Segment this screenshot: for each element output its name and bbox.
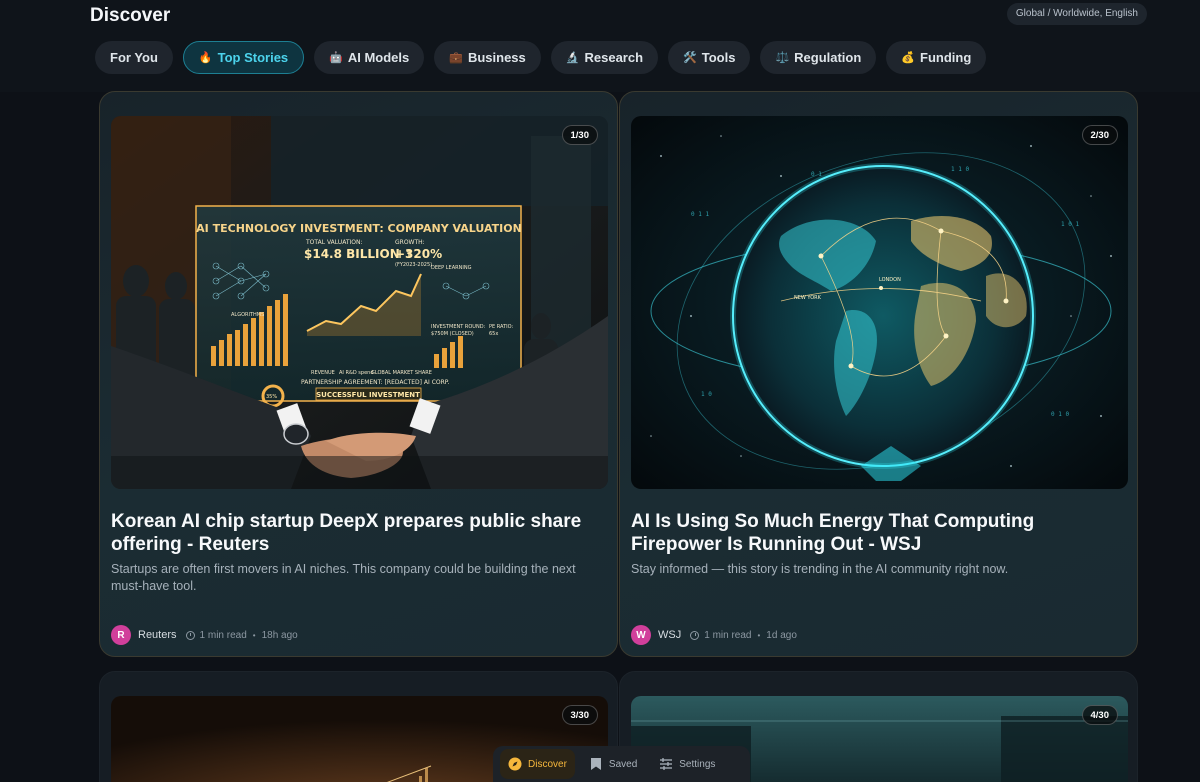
compass-icon xyxy=(508,757,522,771)
scales-icon: ⚖️ xyxy=(775,52,790,64)
tab-label: AI Models xyxy=(347,50,410,65)
separator-dot: • xyxy=(252,630,256,640)
source-name[interactable]: WSJ xyxy=(658,629,681,641)
investment-round-value: $750M (CLOSED) xyxy=(431,331,474,337)
investment-round-label: INVESTMENT ROUND: xyxy=(431,324,486,330)
growth-value: +320% xyxy=(395,247,442,261)
story-age: 18h ago xyxy=(261,629,298,641)
market-share-label: GLOBAL MARKET SHARE xyxy=(371,370,432,376)
source-avatar: W xyxy=(631,625,651,645)
tab-label: Tools xyxy=(701,50,736,65)
story-age: 1d ago xyxy=(766,629,797,641)
page-title: Discover xyxy=(90,5,171,26)
panel-title: AI TECHNOLOGY INVESTMENT: COMPANY VALUAT… xyxy=(196,222,522,235)
tab-label: Business xyxy=(467,50,526,65)
nav-label: Saved xyxy=(608,758,638,770)
tab-research[interactable]: 🔬 Research xyxy=(550,41,659,74)
story-description: Startups are often first movers in AI ni… xyxy=(111,562,576,593)
svg-text:0 1: 0 1 xyxy=(811,171,822,178)
growth-period: (FY2023-2025) xyxy=(395,262,432,268)
svg-text:0 1 1: 0 1 1 xyxy=(691,211,709,218)
source-avatar: R xyxy=(111,625,131,645)
handshake-investment-illustration: AI TECHNOLOGY INVESTMENT: COMPANY VALUAT… xyxy=(111,116,608,489)
story-card[interactable]: AI TECHNOLOGY INVESTMENT: COMPANY VALUAT… xyxy=(99,91,618,657)
percent-label: 35% xyxy=(266,394,277,400)
city-london: LONDON xyxy=(879,277,901,283)
tab-funding[interactable]: 💰 Funding xyxy=(886,41,987,74)
svg-text:1 1 0: 1 1 0 xyxy=(951,166,969,173)
partnership-label: PARTNERSHIP AGREEMENT: [REDACTED] AI COR… xyxy=(301,379,449,386)
tab-tools[interactable]: 🛠️ Tools xyxy=(668,41,751,74)
tab-label: Research xyxy=(584,50,644,65)
nav-saved[interactable]: Saved xyxy=(581,749,645,779)
region-selector[interactable]: Global / Worldwide, English xyxy=(1006,3,1147,25)
category-tabs: For You 🔥 Top Stories 🤖 AI Models 💼 Busi… xyxy=(95,41,987,74)
story-counter: 1/30 xyxy=(561,125,598,145)
tab-business[interactable]: 💼 Business xyxy=(434,41,541,74)
story-counter: 4/30 xyxy=(1081,705,1118,725)
read-time: 1 min read xyxy=(704,629,752,641)
svg-text:1 0 1: 1 0 1 xyxy=(1061,221,1079,228)
money-bag-icon: 💰 xyxy=(901,52,916,64)
rd-spend-label: AI R&D spend xyxy=(339,370,374,376)
clock-icon xyxy=(185,630,195,640)
source-name[interactable]: Reuters xyxy=(138,629,177,641)
story-meta: R Reuters 1 min read • 18h ago xyxy=(111,625,298,645)
briefcase-icon: 💼 xyxy=(449,52,463,64)
tools-icon: 🛠️ xyxy=(683,52,697,64)
tab-label: Top Stories xyxy=(217,50,289,65)
read-time: 1 min read xyxy=(199,629,247,641)
pe-ratio-value: 65x xyxy=(489,331,498,337)
nav-label: Settings xyxy=(679,758,716,770)
algorithms-label: ALGORITHMS xyxy=(231,312,264,318)
story-image: NEW YORK LONDON 0 1 1 1 0 1 1 0 0 1 0 0 1 1… xyxy=(631,116,1128,489)
nav-discover[interactable]: Discover xyxy=(500,749,575,779)
story-card[interactable]: NEW YORK LONDON 0 1 1 1 0 1 1 0 0 1 0 0 1 1… xyxy=(619,91,1138,657)
valuation-label: TOTAL VALUATION: xyxy=(305,239,363,246)
story-counter: 3/30 xyxy=(561,705,598,725)
story-meta: W WSJ 1 min read • 1d ago xyxy=(631,625,797,645)
story-description: Stay informed — this story is trending i… xyxy=(631,562,1009,576)
microscope-icon: 🔬 xyxy=(565,52,580,64)
tab-label: Funding xyxy=(920,50,972,65)
sliders-icon xyxy=(659,757,673,771)
nav-label: Discover xyxy=(528,758,567,770)
glowing-globe-illustration: NEW YORK LONDON 0 1 1 1 0 1 1 0 0 1 0 0 1 1… xyxy=(631,116,1128,489)
tab-for-you[interactable]: For You xyxy=(95,41,173,74)
revenue-label: REVENUE xyxy=(311,370,335,376)
story-headline[interactable]: Korean AI chip startup DeepX prepares pu… xyxy=(111,510,601,556)
bottom-navigation: Discover Saved Settings xyxy=(493,746,750,782)
growth-label: GROWTH: xyxy=(395,239,425,246)
top-bar: Discover Global / Worldwide, English For… xyxy=(0,0,1200,92)
svg-text:0 1 0: 0 1 0 xyxy=(1051,411,1069,418)
deep-learning-label: DEEP LEARNING xyxy=(431,265,472,271)
story-headline[interactable]: AI Is Using So Much Energy That Computin… xyxy=(631,510,1121,556)
pe-ratio-label: PE RATIO: xyxy=(489,324,513,330)
story-counter: 2/30 xyxy=(1081,125,1118,145)
nav-settings[interactable]: Settings xyxy=(651,749,723,779)
fire-icon: 🔥 xyxy=(198,52,213,64)
city-new-york: NEW YORK xyxy=(794,295,822,301)
successful-investment-label: SUCCESSFUL INVESTMENT xyxy=(316,391,420,399)
clock-icon xyxy=(690,630,700,640)
separator-dot: • xyxy=(757,630,761,640)
story-image: AI TECHNOLOGY INVESTMENT: COMPANY VALUAT… xyxy=(111,116,608,489)
tab-label: Regulation xyxy=(794,50,862,65)
bookmark-icon xyxy=(589,757,603,771)
tab-regulation[interactable]: ⚖️ Regulation xyxy=(760,41,877,74)
robot-icon: 🤖 xyxy=(329,52,343,64)
svg-text:1 0: 1 0 xyxy=(701,391,712,398)
tab-ai-models[interactable]: 🤖 AI Models xyxy=(314,41,425,74)
tab-top-stories[interactable]: 🔥 Top Stories xyxy=(182,41,305,74)
tab-label: For You xyxy=(110,50,158,65)
